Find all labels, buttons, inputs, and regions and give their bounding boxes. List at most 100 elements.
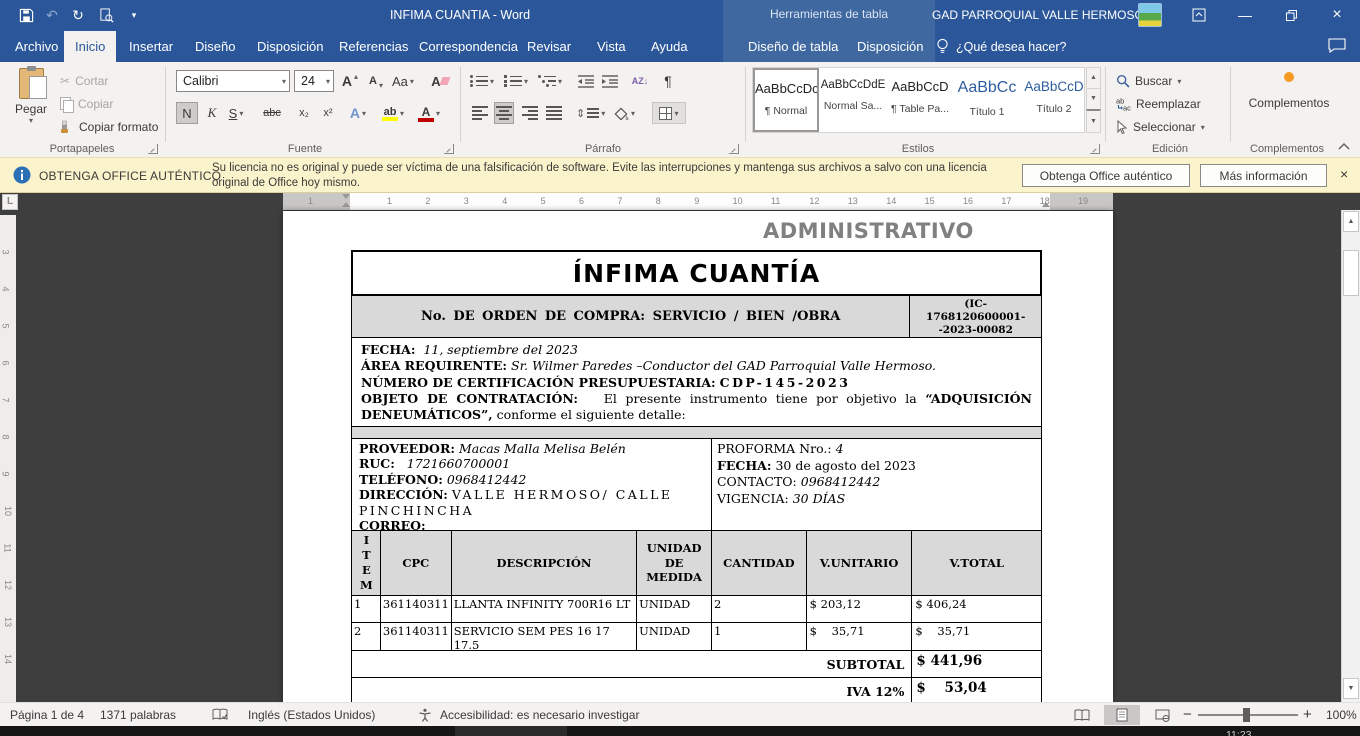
zoom-level[interactable]: 100% [1326, 703, 1357, 727]
paste-button[interactable]: Pegar ▾ [8, 68, 54, 125]
tab-revisar[interactable]: Revisar [516, 31, 582, 62]
select-button[interactable]: Seleccionar▾ [1116, 116, 1205, 138]
text-highlight-button[interactable]: ab▾ [382, 102, 404, 124]
strikethrough-button[interactable]: abc [262, 102, 282, 124]
accessibility-status[interactable]: Accesibilidad: es necesario investigar [440, 703, 639, 727]
language-indicator[interactable]: Inglés (Estados Unidos) [248, 703, 375, 727]
get-genuine-office-button[interactable]: Obtenga Office auténtico [1022, 164, 1190, 187]
minimize-button[interactable]: — [1230, 0, 1260, 30]
account-avatar[interactable] [1138, 3, 1162, 27]
qat-customize-icon[interactable]: ▾ [122, 4, 146, 26]
paragraph-dialog-launcher[interactable] [729, 144, 739, 154]
line-spacing-button[interactable]: ⇕▾ [576, 102, 605, 124]
web-layout-icon[interactable] [1144, 705, 1180, 725]
text-effects-button[interactable]: A▾ [348, 102, 368, 124]
zoom-out-icon[interactable]: − [1183, 703, 1192, 727]
clipboard-dialog-launcher[interactable] [148, 144, 158, 154]
zoom-slider-thumb[interactable] [1243, 708, 1250, 722]
multilevel-list-button[interactable]: ▾ [538, 70, 562, 92]
format-painter-button[interactable]: Copiar formato [60, 116, 158, 138]
replace-button[interactable]: abac Reemplazar [1116, 93, 1201, 115]
change-case-button[interactable]: Aa▾ [392, 70, 414, 92]
increase-indent-button[interactable] [600, 70, 620, 92]
scroll-down-icon[interactable]: ▼ [1343, 678, 1359, 699]
scroll-up-icon[interactable]: ▲ [1343, 211, 1359, 232]
page-indicator[interactable]: Página 1 de 4 [10, 703, 84, 727]
addins-button[interactable]: Complementos [1248, 72, 1330, 110]
learn-more-button[interactable]: Más información [1200, 164, 1327, 187]
style-normal-sa[interactable]: AaBbCcDdE Normal Sa... [820, 68, 886, 132]
print-preview-icon[interactable] [94, 4, 118, 26]
first-line-indent-marker[interactable] [342, 194, 350, 199]
align-right-button[interactable] [520, 102, 540, 124]
justify-button[interactable] [544, 102, 564, 124]
tab-disposicion[interactable]: Disposición [246, 31, 334, 62]
feedback-icon[interactable] [1328, 38, 1346, 53]
clear-formatting-button[interactable]: A [430, 70, 450, 92]
vertical-scrollbar[interactable]: ▲ ▼ [1341, 210, 1360, 702]
borders-button[interactable]: ▾ [652, 102, 686, 124]
zoom-in-icon[interactable]: + [1303, 703, 1312, 727]
dismiss-warning-icon[interactable]: × [1340, 166, 1348, 182]
shrink-font-button[interactable]: A▾ [366, 70, 386, 92]
bold-button[interactable]: N [176, 102, 198, 124]
align-left-button[interactable] [470, 102, 490, 124]
collapse-ribbon-icon[interactable] [1338, 142, 1350, 150]
numbering-button[interactable]: ▾ [504, 70, 528, 92]
restore-button[interactable] [1276, 0, 1306, 30]
font-size-combobox[interactable]: 24 ▾ [294, 70, 334, 92]
undo-icon[interactable]: ↶ [40, 4, 64, 26]
styles-gallery-more[interactable]: ▼ [1086, 109, 1101, 133]
v-ruler[interactable]: 34567891011121314 [0, 215, 16, 702]
print-layout-icon[interactable] [1104, 705, 1140, 725]
redo-icon[interactable]: ↻ [66, 4, 90, 26]
style-normal[interactable]: AaBbCcDc ¶ Normal [753, 68, 819, 132]
tab-disposicion-tabla[interactable]: Disposición [846, 31, 934, 62]
cut-button[interactable]: ✂ Cortar [60, 70, 108, 92]
font-name-combobox[interactable]: Calibri ▾ [176, 70, 290, 92]
styles-scroll-up[interactable]: ▲ [1086, 67, 1101, 89]
word-count[interactable]: 1371 palabras [100, 703, 176, 727]
copy-button[interactable]: Copiar [60, 93, 113, 115]
style-table-paragraph[interactable]: AaBbCcD ¶ Table Pa... [887, 68, 953, 132]
tab-diseno-de-tabla[interactable]: Diseño de tabla [737, 31, 849, 62]
tab-archivo[interactable]: Archivo [4, 31, 69, 62]
read-mode-icon[interactable] [1064, 705, 1100, 725]
decrease-indent-button[interactable] [576, 70, 596, 92]
tab-inicio[interactable]: Inicio [64, 31, 116, 62]
tab-ayuda[interactable]: Ayuda [640, 31, 699, 62]
h-ruler[interactable]: 112345678910111213141516171819 [283, 193, 1113, 210]
bullets-button[interactable]: ▾ [470, 70, 494, 92]
font-dialog-launcher[interactable] [444, 144, 454, 154]
underline-button[interactable]: S▾ [226, 102, 246, 124]
h-ruler-number: 3 [464, 196, 469, 206]
account-name[interactable]: GAD PARROQUIAL VALLE HERMOSO [932, 0, 1144, 30]
align-center-button[interactable] [494, 102, 514, 124]
ribbon-display-options-icon[interactable] [1184, 0, 1214, 30]
styles-scroll-down[interactable]: ▼ [1086, 88, 1101, 110]
font-color-button[interactable]: A▾ [418, 102, 440, 124]
left-indent-marker[interactable] [342, 202, 350, 207]
italic-button[interactable]: K [202, 102, 222, 124]
scrollbar-thumb[interactable] [1343, 250, 1359, 296]
superscript-button[interactable]: x² [318, 102, 338, 124]
tab-diseno[interactable]: Diseño [184, 31, 246, 62]
style-titulo-2[interactable]: AaBbCcD Título 2 [1021, 68, 1087, 132]
tab-correspondencia[interactable]: Correspondencia [408, 31, 529, 62]
close-button[interactable]: × [1322, 0, 1352, 30]
styles-dialog-launcher[interactable] [1090, 144, 1100, 154]
show-marks-button[interactable]: ¶ [658, 70, 678, 92]
tab-referencias[interactable]: Referencias [328, 31, 419, 62]
shading-button[interactable]: ▾ [614, 102, 635, 124]
tab-selector[interactable]: L [2, 194, 18, 210]
tab-insertar[interactable]: Insertar [118, 31, 184, 62]
save-icon[interactable] [14, 4, 38, 26]
find-button[interactable]: Buscar▾ [1116, 70, 1181, 92]
document-page[interactable]: ADMINISTRATIVO ÍNFIMA CUANTÍA No. DE ORD… [283, 211, 1113, 702]
style-titulo-1[interactable]: AaBbCc Título 1 [954, 68, 1020, 132]
tell-me-box[interactable]: ¿Qué desea hacer? [936, 31, 1067, 62]
tab-vista[interactable]: Vista [586, 31, 637, 62]
grow-font-button[interactable]: A▴ [340, 70, 360, 92]
subscript-button[interactable]: x₂ [294, 102, 314, 124]
sort-button[interactable]: AZ↓ [630, 70, 650, 92]
